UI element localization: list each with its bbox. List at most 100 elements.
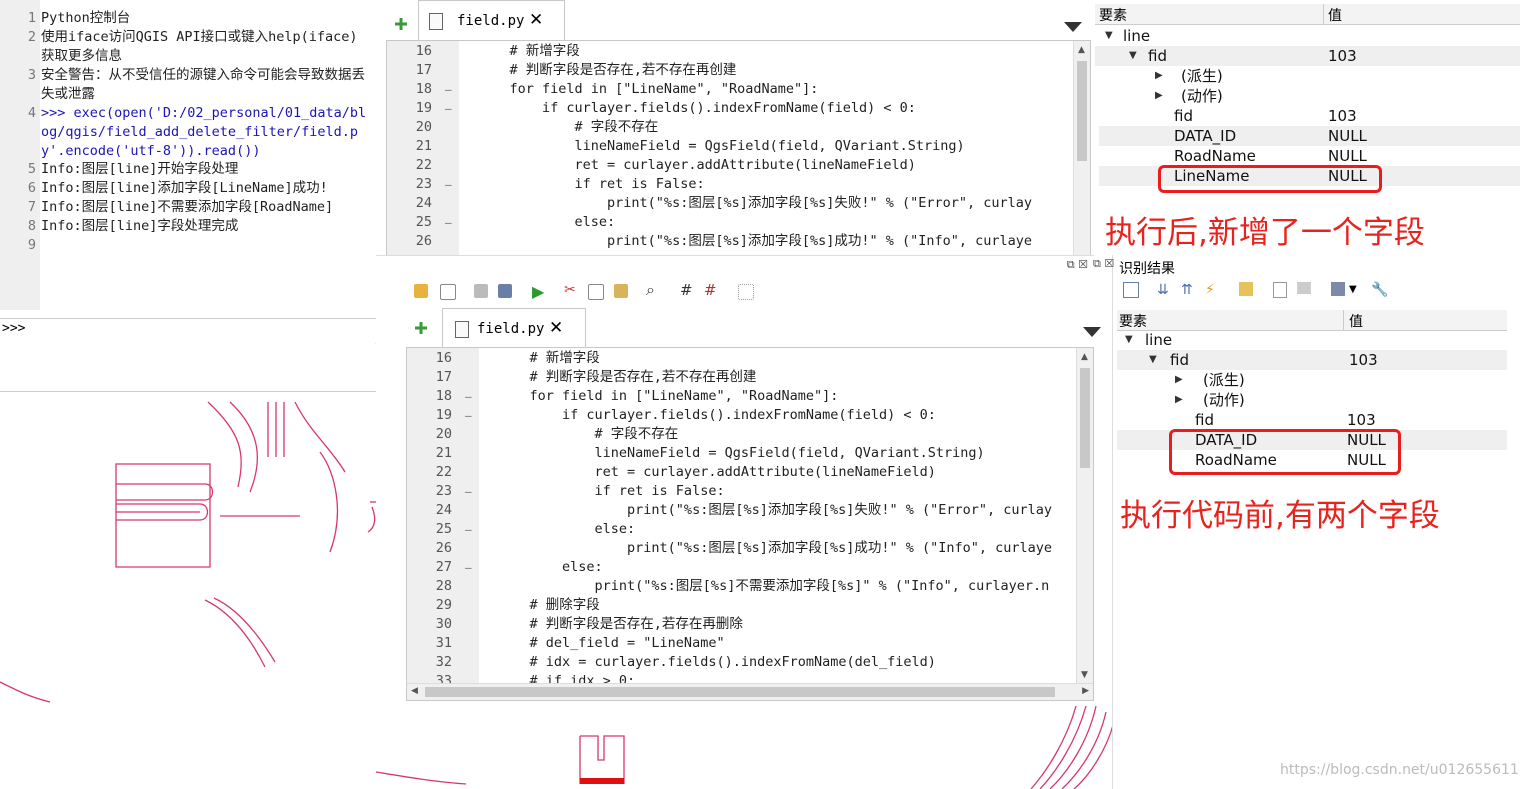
tab-list-arrow-icon[interactable] [1064, 22, 1082, 32]
code-line[interactable]: 16 # 新增字段 [407, 349, 1093, 368]
scroll-down-icon[interactable]: ▼ [1081, 670, 1088, 680]
code-line[interactable]: 24 print("%s:图层[%s]添加字段[%s]失败!" % ("Erro… [407, 501, 1093, 520]
attribute-row[interactable]: DATA_ID NULL [1099, 126, 1520, 146]
settings-icon[interactable]: 🔧 [1371, 282, 1388, 298]
find-icon[interactable]: ⌕ [646, 280, 655, 300]
fold-marker-icon[interactable]: — [465, 520, 472, 539]
expanded-icon[interactable]: ▼ [1125, 330, 1133, 350]
scroll-thumb[interactable] [1077, 61, 1087, 161]
tab-field-py[interactable]: field.py ✕ [442, 308, 586, 349]
code-line[interactable]: 21 lineNameField = QgsField(field, QVari… [387, 137, 1090, 156]
object-inspector-icon[interactable] [738, 284, 754, 300]
tree-row-feature[interactable]: ▼ fid 103 [1095, 46, 1520, 66]
code-line[interactable]: 20 # 字段不存在 [407, 425, 1093, 444]
tree-row-feature[interactable]: ▼ fid 103 [1117, 350, 1507, 370]
code-line[interactable]: 25 — else: [407, 520, 1093, 539]
fold-marker-icon[interactable]: — [445, 213, 452, 232]
code-line[interactable]: 31 # del_field = "LineName" [407, 634, 1093, 653]
code-line[interactable]: 26 print("%s:图层[%s]添加字段[%s]成功!" % ("Info… [387, 232, 1090, 251]
vertical-scrollbar[interactable]: ▲ ▼ [1076, 348, 1093, 684]
open-file-icon[interactable] [414, 284, 428, 298]
console-input[interactable]: >>> a [0, 318, 383, 392]
map-canvas-bottom[interactable] [376, 702, 1116, 789]
tab-field-py[interactable]: field.py ✕ [418, 0, 565, 41]
scroll-thumb[interactable] [425, 687, 1055, 697]
expand-tree-icon[interactable] [1123, 282, 1139, 298]
scroll-thumb[interactable] [1080, 368, 1090, 468]
tree-row-layer[interactable]: ▼ line [1095, 26, 1520, 46]
expanded-icon[interactable]: ▼ [1105, 26, 1113, 46]
tree-row-layer[interactable]: ▼ line [1117, 330, 1507, 350]
chevron-down-icon[interactable]: ▼ [1349, 284, 1357, 295]
scroll-right-icon[interactable]: ▶ [1082, 686, 1089, 696]
tree-row-actions[interactable]: ▶ (动作) [1095, 86, 1520, 106]
uncomment-icon[interactable]: # [704, 281, 717, 299]
attribute-row[interactable]: RoadName NULL [1099, 146, 1520, 166]
close-icon[interactable]: ✕ [549, 318, 563, 338]
expanded-icon[interactable]: ▼ [1129, 46, 1137, 66]
code-line[interactable]: 26 print("%s:图层[%s]添加字段[%s]成功!" % ("Info… [407, 539, 1093, 558]
code-line[interactable]: 19 — if curlayer.fields().indexFromName(f… [387, 99, 1090, 118]
collapsed-icon[interactable]: ▶ [1155, 86, 1163, 106]
highlight-clear-icon[interactable] [1239, 282, 1253, 296]
code-line[interactable]: 18 — for field in ["LineName", "RoadName"… [407, 387, 1093, 406]
code-line[interactable]: 32 # idx = curlayer.fields().indexFromNa… [407, 653, 1093, 672]
code-line[interactable]: 22 ret = curlayer.addAttribute(lineNameF… [407, 463, 1093, 482]
collapsed-icon[interactable]: ▶ [1175, 390, 1183, 410]
comment-icon[interactable]: # [680, 281, 693, 299]
tree-row-derived[interactable]: ▶ (派生) [1117, 370, 1507, 390]
close-icon[interactable]: ✕ [529, 10, 543, 30]
fold-marker-icon[interactable]: — [445, 80, 452, 99]
collapse-all-icon[interactable]: ⇈ [1181, 282, 1193, 298]
expanded-icon[interactable]: ▼ [1149, 350, 1157, 370]
code-line[interactable]: 24 print("%s:图层[%s]添加字段[%s]失败!" % ("Erro… [387, 194, 1090, 213]
code-line[interactable]: 25 — else: [387, 213, 1090, 232]
code-area-bottom[interactable]: 16 # 新增字段 17 # 判断字段是否存在,若不存在再创建 18— for fi… [406, 347, 1094, 701]
code-line[interactable]: 17 # 判断字段是否存在,若不存在再创建 [407, 368, 1093, 387]
dock-controls[interactable]: ⧉ ☒ [1093, 257, 1114, 271]
tab-list-arrow-icon[interactable] [1083, 327, 1101, 337]
fold-marker-icon[interactable]: — [465, 558, 472, 577]
code-line[interactable]: 22 ret = curlayer.addAttribute(lineNameF… [387, 156, 1090, 175]
collapsed-icon[interactable]: ▶ [1155, 66, 1163, 86]
code-line[interactable]: 29 # 删除字段 [407, 596, 1093, 615]
code-line[interactable]: 28 print("%s:图层[%s]不需要添加字段[%s]" % ("Info… [407, 577, 1093, 596]
tree-row-derived[interactable]: ▶ (派生) [1095, 66, 1520, 86]
new-editor-icon[interactable] [394, 16, 408, 30]
tree-row-actions[interactable]: ▶ (动作) [1117, 390, 1507, 410]
code-line[interactable]: 30 # 判断字段是否存在,若存在再删除 [407, 615, 1093, 634]
fold-marker-icon[interactable]: — [465, 482, 472, 501]
vertical-scrollbar[interactable]: ▲ [1073, 41, 1090, 256]
new-editor-icon[interactable] [414, 320, 428, 334]
fold-marker-icon[interactable]: — [465, 406, 472, 425]
code-line[interactable]: 23 — if ret is False: [407, 482, 1093, 501]
fold-marker-icon[interactable]: — [445, 99, 452, 118]
copy-icon[interactable] [588, 284, 604, 300]
code-line[interactable]: 19 — if curlayer.fields().indexFromName(f… [407, 406, 1093, 425]
print-icon[interactable] [1297, 282, 1311, 294]
code-line[interactable]: 18 — for field in ["LineName", "RoadName"… [387, 80, 1090, 99]
paste-icon[interactable] [614, 284, 628, 298]
code-line[interactable]: 23 — if ret is False: [387, 175, 1090, 194]
fold-marker-icon[interactable]: — [445, 175, 452, 194]
save-as-icon[interactable] [498, 284, 512, 298]
code-line[interactable]: 16 # 新增字段 [387, 42, 1090, 61]
run-icon[interactable]: ▶ [532, 282, 544, 301]
collapsed-icon[interactable]: ▶ [1175, 370, 1183, 390]
code-line[interactable]: 20 # 字段不存在 [387, 118, 1090, 137]
attribute-row[interactable]: fid 103 [1117, 410, 1507, 430]
code-line[interactable]: 17 # 判断字段是否存在,若不存在再创建 [387, 61, 1090, 80]
scroll-left-icon[interactable]: ◀ [411, 686, 418, 696]
code-line[interactable]: 27 — else: [407, 558, 1093, 577]
expand-new-icon[interactable]: ⚡ [1205, 282, 1215, 298]
copy-feature-icon[interactable] [1273, 282, 1287, 298]
identify-mode-icon[interactable] [1331, 282, 1345, 296]
attribute-row[interactable]: fid 103 [1099, 106, 1520, 126]
expand-all-icon[interactable]: ⇊ [1157, 282, 1169, 298]
scroll-up-icon[interactable]: ▲ [1081, 352, 1088, 362]
code-line[interactable]: 21 lineNameField = QgsField(field, QVari… [407, 444, 1093, 463]
edit-file-icon[interactable] [440, 284, 456, 300]
map-canvas-left[interactable] [0, 392, 376, 789]
window-controls[interactable]: ⧉ ☒ [1067, 258, 1088, 272]
scroll-up-icon[interactable]: ▲ [1078, 45, 1085, 55]
